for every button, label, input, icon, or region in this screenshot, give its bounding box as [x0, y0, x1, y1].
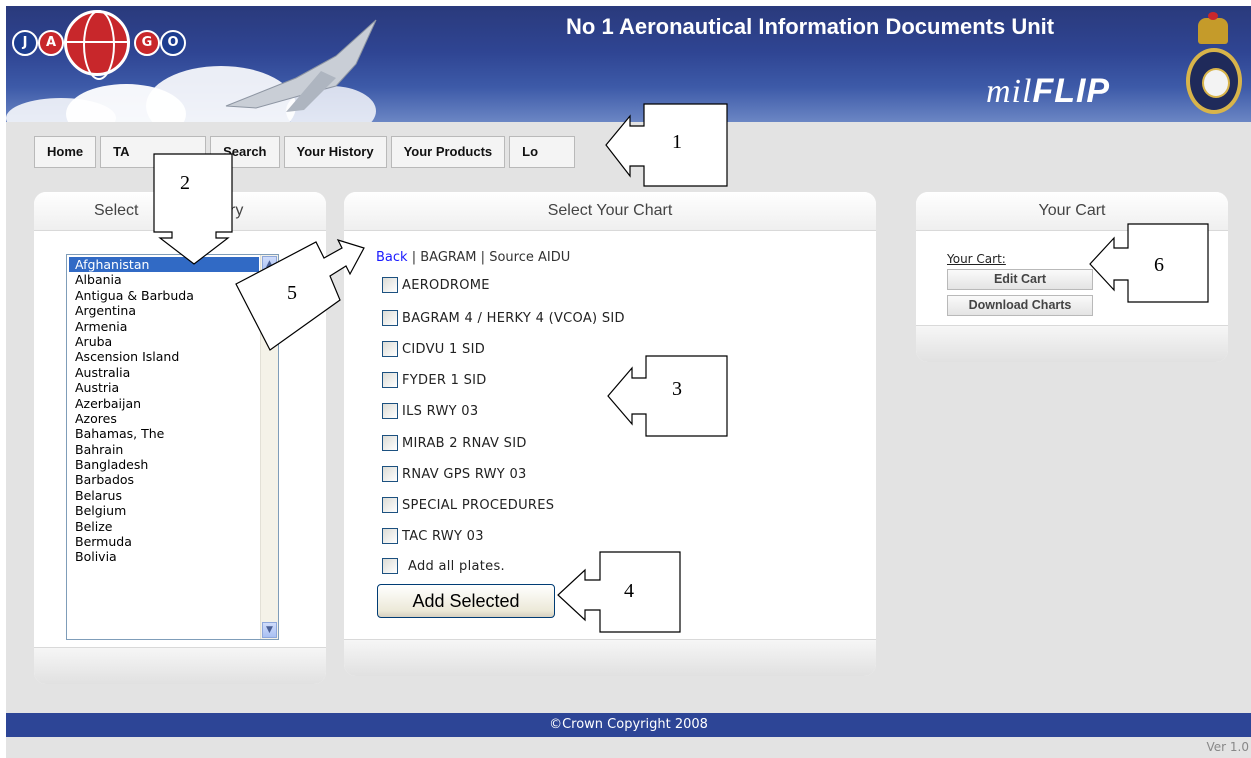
callout-number-4: 4	[624, 580, 634, 602]
callout-arrow-5	[235, 239, 365, 351]
callout-number-1: 1	[672, 131, 682, 153]
annotation-arrows	[153, 103, 1209, 633]
callout-arrow-4	[557, 551, 681, 633]
callout-number-3: 3	[672, 378, 682, 400]
callout-number-2: 2	[180, 172, 190, 194]
callout-arrow-2	[153, 153, 233, 265]
callout-number-5: 5	[287, 282, 297, 304]
callout-arrow-1	[605, 103, 728, 187]
callout-arrow-6	[1089, 223, 1209, 303]
callout-arrow-3	[607, 355, 728, 437]
callout-number-6: 6	[1154, 254, 1164, 276]
